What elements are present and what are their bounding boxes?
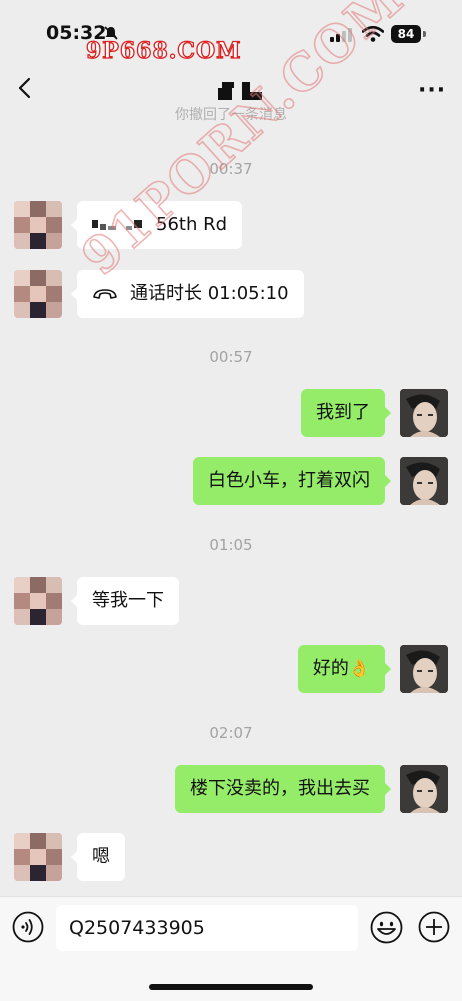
timestamp: 01:05 (209, 536, 253, 554)
plus-circle-icon[interactable] (418, 911, 450, 943)
timestamp: 02:07 (209, 724, 253, 742)
ok-hand-emoji: 👌 (348, 659, 370, 679)
my-avatar[interactable] (400, 765, 448, 813)
message-text: 白色小车，打着双闪 (208, 470, 370, 491)
message-bubble-incoming[interactable]: 等我一下 (71, 577, 179, 625)
chevron-left-icon[interactable] (16, 76, 34, 100)
contact-avatar[interactable] (14, 833, 62, 881)
contact-avatar[interactable] (14, 577, 62, 625)
message-bubble-outgoing[interactable]: 白色小车，打着双闪 (193, 457, 391, 505)
message-bubble-outgoing[interactable]: 我到了 (301, 389, 391, 437)
my-avatar[interactable] (400, 645, 448, 693)
message-bubble-outgoing[interactable]: 楼下没卖的，我出去买 (175, 765, 391, 813)
timestamp: 00:57 (209, 348, 253, 366)
voice-icon[interactable] (12, 911, 44, 943)
my-avatar[interactable] (400, 389, 448, 437)
message-text: 嗯 (92, 846, 110, 867)
phone-hangup-icon (93, 289, 117, 299)
message-text: 楼下没卖的，我出去买 (190, 778, 370, 799)
message-bubble-incoming[interactable]: 嗯 (71, 833, 125, 881)
smile-icon[interactable] (370, 911, 403, 944)
message-input[interactable]: Q2507433905 (56, 905, 358, 951)
message-text: 好的 (312, 658, 349, 679)
message-text: 通话时长 01:05:10 (130, 283, 289, 304)
message-text: 我到了 (316, 402, 370, 423)
more-options-button[interactable]: ··· (418, 78, 446, 103)
home-indicator (149, 984, 313, 990)
message-bubble-outgoing[interactable]: 好的👌 (297, 645, 392, 693)
contact-avatar[interactable] (14, 270, 62, 318)
battery-tip (423, 31, 426, 37)
my-avatar[interactable] (400, 457, 448, 505)
watermark-top: 9P668.COM (85, 37, 242, 64)
message-text: 等我一下 (92, 590, 164, 611)
contact-avatar[interactable] (14, 201, 62, 249)
